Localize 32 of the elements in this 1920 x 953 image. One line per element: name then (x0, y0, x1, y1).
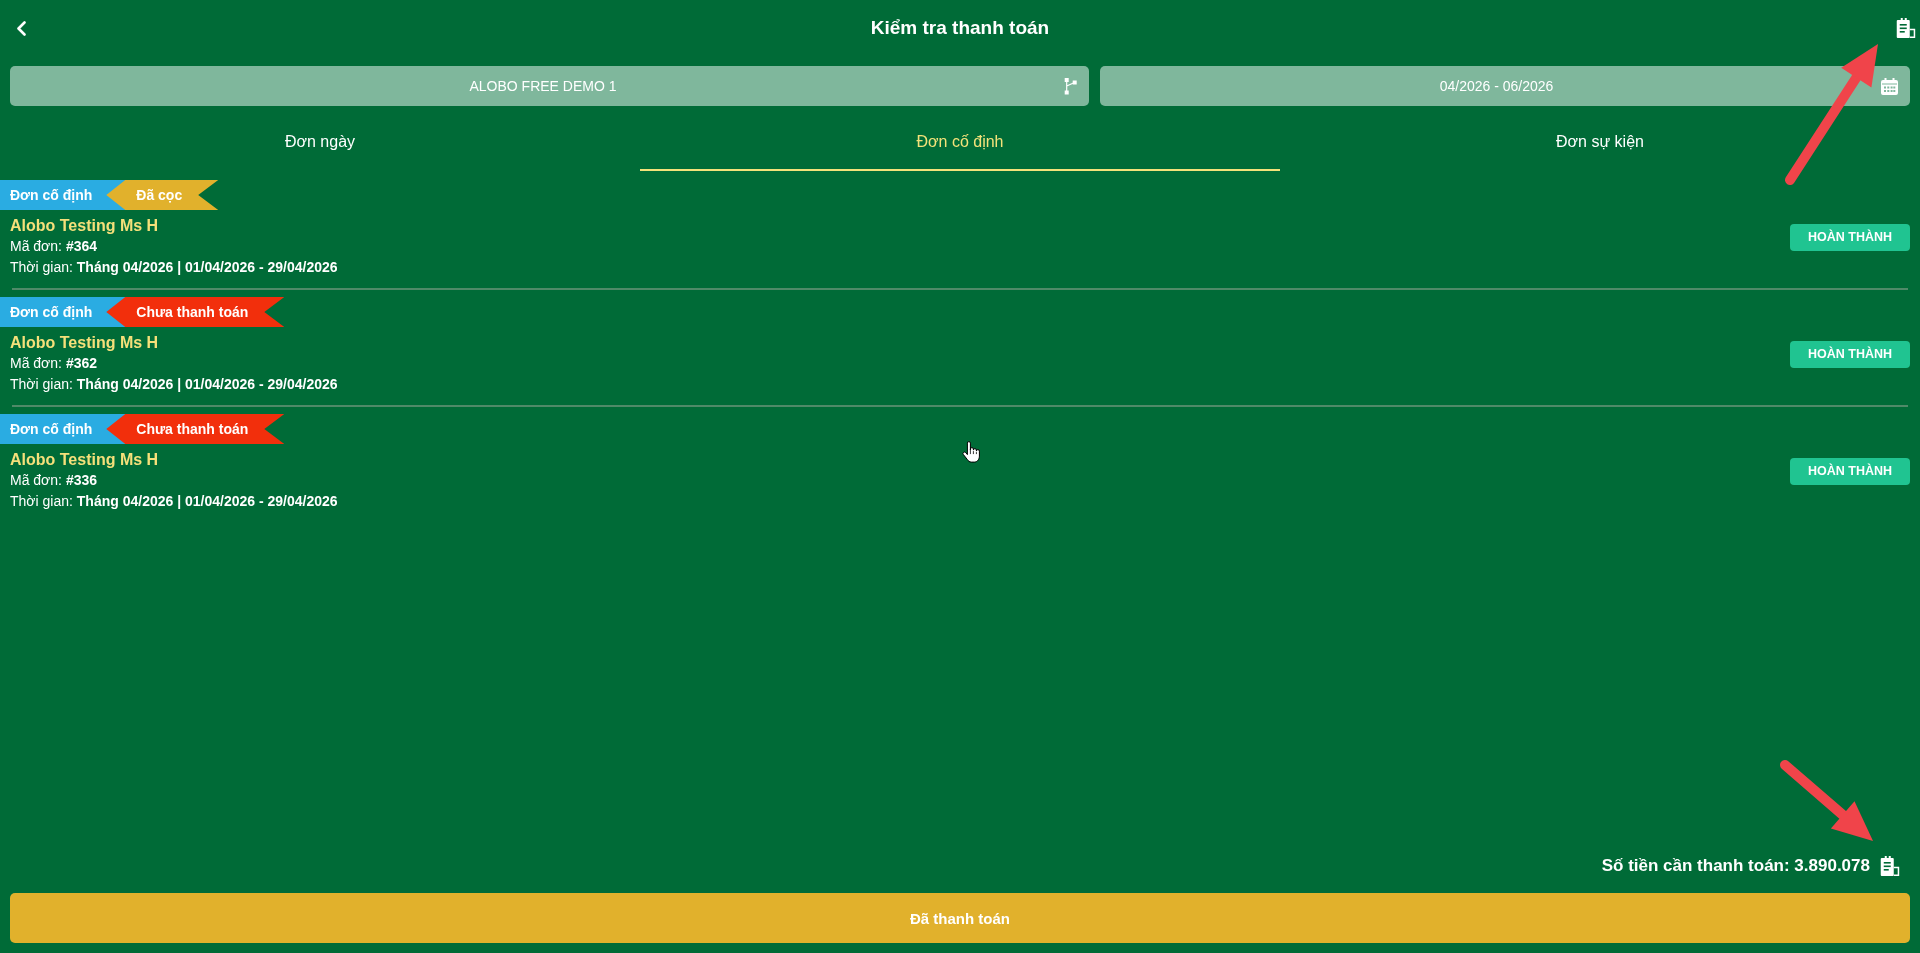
calendar-icon (1881, 77, 1898, 95)
document-icon[interactable] (1880, 856, 1900, 876)
customer-name: Alobo Testing Ms H (10, 333, 160, 353)
complete-button[interactable]: HOÀN THÀNH (1790, 341, 1910, 368)
complete-button[interactable]: HOÀN THÀNH (1790, 458, 1910, 485)
order-type-tag: Đơn cố định (0, 180, 126, 210)
order-code: Mã đơn: #362 (10, 354, 99, 373)
connected-nodes-icon (1064, 77, 1077, 95)
order-code: Mã đơn: #336 (10, 471, 99, 490)
customer-name: Alobo Testing Ms H (10, 216, 160, 236)
payment-status-tag: Chưa thanh toán (106, 414, 285, 444)
tab[interactable]: Đơn ngày (0, 106, 640, 171)
tab[interactable]: Đơn cố định (640, 106, 1280, 171)
total-amount: Số tiền cần thanh toán: 3.890.078 (1601, 856, 1870, 876)
back-icon[interactable] (16, 20, 26, 36)
venue-select[interactable]: ALOBO FREE DEMO 1 (10, 66, 1089, 106)
customer-name: Alobo Testing Ms H (10, 450, 160, 470)
paid-button[interactable]: Đã thanh toán (10, 893, 1910, 943)
order-time: Thời gian: Tháng 04/2026 | 01/04/2026 - 29/04/2026 (10, 258, 338, 277)
tab[interactable]: Đơn sự kiện (1280, 106, 1920, 171)
hand-cursor-icon (962, 441, 980, 463)
payment-status-tag: Chưa thanh toán (106, 297, 285, 327)
payment-status-tag: Đã cọc (106, 180, 219, 210)
document-icon[interactable] (1896, 18, 1916, 38)
date-range-select[interactable]: 04/2026 - 06/2026 (1100, 66, 1910, 106)
order-time: Thời gian: Tháng 04/2026 | 01/04/2026 - 29/04/2026 (10, 375, 338, 394)
page-title: Kiểm tra thanh toán (869, 16, 1051, 40)
complete-button[interactable]: HOÀN THÀNH (1790, 224, 1910, 251)
order-type-tag: Đơn cố định (0, 414, 126, 444)
order-type-tag: Đơn cố định (0, 297, 126, 327)
order-code: Mã đơn: #364 (10, 237, 99, 256)
order-time: Thời gian: Tháng 04/2026 | 01/04/2026 - 29/04/2026 (10, 492, 338, 511)
